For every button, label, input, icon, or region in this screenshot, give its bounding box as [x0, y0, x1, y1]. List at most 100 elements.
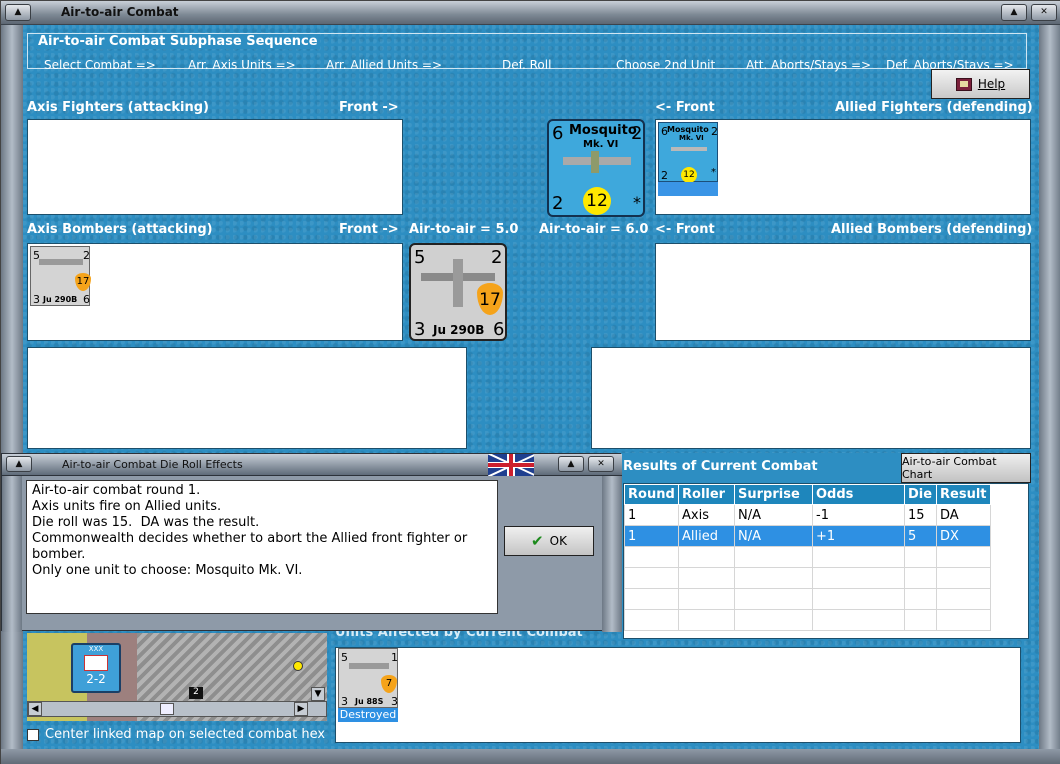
table-row-empty: [624, 588, 991, 610]
ju290-small-bl: 3: [33, 293, 40, 306]
mosquito-counter-large[interactable]: 6 Mosquito 2 Mk. VI 2 12 *: [547, 119, 645, 217]
axis-reserve-box[interactable]: [27, 347, 467, 449]
close-button[interactable]: ✕: [1031, 4, 1057, 21]
allied-reserve-box[interactable]: [591, 347, 1031, 449]
ok-label: OK: [549, 534, 567, 548]
cell-round: 1: [624, 525, 679, 547]
ju290-small-br: 6: [83, 293, 90, 306]
cell-result: DX: [936, 525, 991, 547]
map-scroll-down[interactable]: ▼: [311, 687, 325, 701]
map-city-marker: [293, 661, 303, 671]
allied-bombers-label: Allied Bombers (defending): [831, 222, 1033, 237]
checkbox-box[interactable]: [27, 728, 39, 741]
ju88-center: 7: [381, 675, 397, 693]
dialog-system-button[interactable]: ▲: [6, 456, 32, 472]
ju290-small-center: 17: [75, 273, 91, 291]
message-line: Axis units fire on Allied units.: [32, 499, 222, 514]
ju290-large-name: Ju 290B: [433, 323, 485, 337]
table-row-empty: [624, 546, 991, 568]
mosquito-small-name: Mosquito: [667, 125, 709, 134]
cell-surprise: N/A: [734, 504, 813, 526]
map-unit-value: 2-2: [86, 672, 106, 686]
ju290-counter-large[interactable]: 5 2 17 3 Ju 290B 6: [409, 243, 507, 341]
right-frame: [1039, 25, 1060, 764]
results-header-row: Round Roller Surprise Odds Die Result: [624, 484, 991, 505]
step-att-aborts: Att. Aborts/Stays =>: [746, 58, 872, 72]
step-select-combat: Select Combat =>: [44, 58, 156, 72]
system-menu-button[interactable]: ▲: [5, 4, 31, 21]
minimize-button[interactable]: ▲: [1001, 4, 1027, 21]
cell-die: 15: [904, 504, 937, 526]
mosquito-small-tr: 2: [711, 125, 718, 138]
mosquito-large-tr: 2: [631, 123, 643, 144]
allied-bombers-box[interactable]: [655, 243, 1031, 341]
axis-bombers-box[interactable]: 5 2 17 3 Ju 290B 6: [27, 243, 403, 341]
ju290-plane-icon: [39, 259, 83, 265]
step-choose-2nd: Choose 2nd Unit: [616, 58, 716, 72]
help-button[interactable]: Help: [931, 69, 1030, 99]
dialog-title: Air-to-air Combat Die Roll Effects: [62, 458, 243, 471]
ju290-large-bl: 3: [414, 319, 426, 340]
map-scroll-thumb[interactable]: [160, 703, 174, 715]
cell-roller: Allied: [678, 525, 735, 547]
ju88-plane-icon: [349, 663, 389, 669]
dialog-close-button[interactable]: ✕: [588, 456, 614, 472]
map-scroll-right[interactable]: ▶: [294, 702, 308, 716]
center-map-checkbox[interactable]: Center linked map on selected combat hex: [27, 727, 325, 742]
map-hscrollbar[interactable]: ◀ ▶: [27, 701, 327, 717]
col-result[interactable]: Result: [936, 484, 991, 505]
mosquito-large-name: Mosquito: [569, 123, 637, 138]
ju290-large-br: 6: [493, 319, 505, 340]
col-odds[interactable]: Odds: [812, 484, 905, 505]
ju88-br: 3: [391, 695, 398, 708]
title-bar: ▲ Air-to-air Combat ▲ ✕: [1, 1, 1060, 25]
map-hex-number: 2: [189, 687, 203, 699]
combat-chart-button[interactable]: Air-to-air Combat Chart: [901, 453, 1031, 483]
left-frame: [1, 25, 23, 764]
ok-button[interactable]: ✔ OK: [504, 526, 594, 556]
ju88-counter[interactable]: 5 1 7 3 Ju 88S 3: [338, 648, 398, 708]
table-row-selected[interactable]: 1 Allied N/A +1 5 DX: [624, 525, 991, 547]
map-scroll-left[interactable]: ◀: [28, 702, 42, 716]
mosquito-small-br: *: [711, 167, 716, 178]
axis-fighters-box[interactable]: [27, 119, 403, 215]
allied-fighters-label: Allied Fighters (defending): [835, 100, 1033, 115]
mosquito-small-bl: 2: [661, 169, 668, 182]
dialog-left-frame: [2, 476, 22, 632]
mosquito-large-tl: 6: [552, 123, 564, 144]
window-title: Air-to-air Combat: [61, 5, 179, 19]
step-arr-axis: Arr. Axis Units =>: [188, 58, 296, 72]
message-line: Only one unit to choose: Mosquito Mk. VI…: [32, 563, 303, 578]
mosquito-wing-icon: [591, 151, 599, 173]
results-title: Results of Current Combat: [623, 459, 818, 474]
destroyed-status: Destroyed: [338, 708, 398, 722]
mosquito-small-model: Mk. VI: [679, 134, 704, 142]
mosquito-small-center: 12: [681, 167, 697, 183]
col-die[interactable]: Die: [904, 484, 937, 505]
ju88-name: Ju 88S: [355, 697, 384, 706]
dialog-minimize-button[interactable]: ▲: [558, 456, 584, 472]
allied-fighters-box[interactable]: 6 Mosquito 2 Mk. VI 2 12 *: [655, 119, 1031, 215]
cell-surprise: N/A: [734, 525, 813, 547]
table-row[interactable]: 1 Axis N/A -1 15 DA: [624, 504, 991, 526]
col-round[interactable]: Round: [624, 484, 679, 505]
ju290-counter-small[interactable]: 5 2 17 3 Ju 290B 6: [30, 246, 91, 306]
col-roller[interactable]: Roller: [678, 484, 735, 505]
cell-odds: -1: [812, 504, 905, 526]
ju88-tr: 1: [391, 651, 398, 664]
map-unit-size: XXX: [88, 645, 104, 653]
cell-odds: +1: [812, 525, 905, 547]
checkmark-icon: ✔: [531, 532, 544, 550]
sequence-legend: Air-to-air Combat Subphase Sequence: [36, 34, 320, 49]
map-unit-counter[interactable]: XXX 2-2: [71, 643, 121, 693]
message-line: Commonwealth decides whether to abort th…: [32, 531, 472, 562]
step-def-roll: Def. Roll: [502, 58, 552, 72]
cell-round: 1: [624, 504, 679, 526]
selected-unit-highlight: [658, 182, 718, 196]
col-surprise[interactable]: Surprise: [734, 484, 813, 505]
uk-flag-icon: [488, 454, 534, 476]
affected-units-box[interactable]: 5 1 7 3 Ju 88S 3 Destroyed: [335, 647, 1021, 743]
mosquito-counter-small[interactable]: 6 Mosquito 2 Mk. VI 2 12 *: [658, 122, 718, 183]
bottom-frame: [1, 749, 1060, 764]
mosquito-large-bl: 2: [552, 193, 564, 214]
